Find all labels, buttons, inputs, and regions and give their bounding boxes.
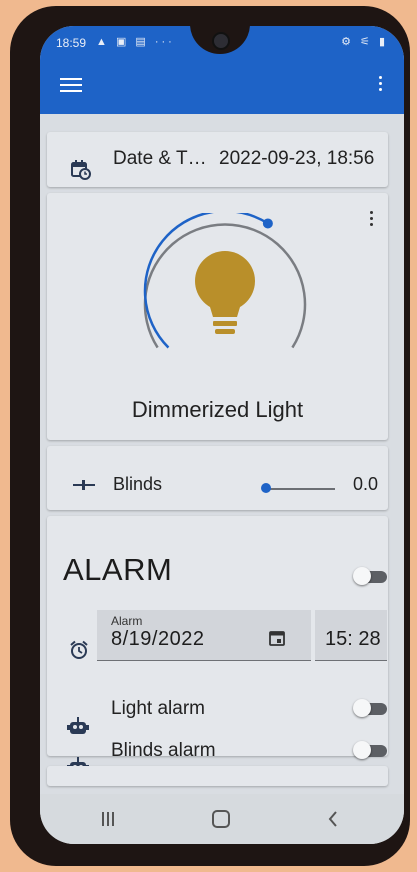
next-card-partial	[47, 766, 388, 786]
app-bar	[40, 58, 404, 114]
calendar-icon[interactable]	[269, 630, 285, 646]
hamburger-icon[interactable]	[60, 74, 82, 96]
system-status-icons: ⚙ ⚟ ▮	[341, 36, 388, 48]
status-time: 18:59	[56, 36, 87, 50]
blinds-label: Blinds	[113, 474, 163, 494]
slider-thumb[interactable]	[261, 483, 271, 493]
alarm-date-value: 8/19/2022	[111, 628, 205, 650]
phone-frame: 18:59 ▲ ▣ ▤ ··· ⚙ ⚟ ▮ Date & T… 2022-09-…	[10, 6, 410, 866]
blinds-alarm-label: Blinds alarm	[111, 740, 216, 761]
datetime-card: Date & T… 2022-09-23, 18:56	[47, 132, 388, 187]
datetime-value: 2022-09-23, 18:56	[219, 148, 375, 169]
dial-knob	[262, 218, 273, 229]
alarm-date-field[interactable]: Alarm 8/19/2022	[97, 610, 311, 661]
alarm-card: ALARM Alarm 8/19/2022 15: 28 Light alarm…	[47, 516, 388, 774]
robot-icon	[67, 717, 89, 734]
lightbulb-icon	[195, 251, 255, 334]
more-vert-icon[interactable]	[372, 72, 388, 98]
back-icon[interactable]	[322, 808, 346, 830]
notification-icons: ▲ ▣ ▤ ···	[96, 36, 175, 48]
light-more-icon[interactable]	[364, 207, 378, 229]
recent-apps-icon[interactable]	[102, 808, 126, 830]
datetime-label: Date & T…	[113, 148, 207, 169]
blinds-alarm-toggle[interactable]	[353, 741, 387, 759]
light-alarm-toggle[interactable]	[353, 699, 387, 717]
light-card: Dimmerized Light	[47, 193, 388, 440]
alarm-date-label: Alarm	[111, 614, 143, 628]
front-camera	[212, 32, 230, 50]
light-name: Dimmerized Light	[131, 397, 304, 422]
home-icon[interactable]	[212, 808, 236, 830]
blinds-slider[interactable]	[261, 483, 335, 495]
brightness-dial[interactable]	[135, 213, 315, 363]
calendar-clock-icon	[71, 160, 91, 180]
slider-track	[265, 488, 335, 490]
light-alarm-label: Light alarm	[111, 698, 205, 719]
alarm-time-value: 15: 28	[325, 628, 381, 650]
blinds-value: 0.0	[352, 474, 378, 494]
system-nav-bar	[40, 794, 404, 844]
screen: 18:59 ▲ ▣ ▤ ··· ⚙ ⚟ ▮ Date & T… 2022-09-…	[40, 26, 404, 844]
alarm-clock-icon	[70, 640, 88, 659]
blinds-card: Blinds 0.0	[47, 446, 388, 510]
slider-icon	[73, 480, 95, 490]
alarm-time-field[interactable]: 15: 28	[315, 610, 387, 661]
alarm-toggle[interactable]	[353, 567, 387, 585]
alarm-title: ALARM	[63, 552, 173, 587]
